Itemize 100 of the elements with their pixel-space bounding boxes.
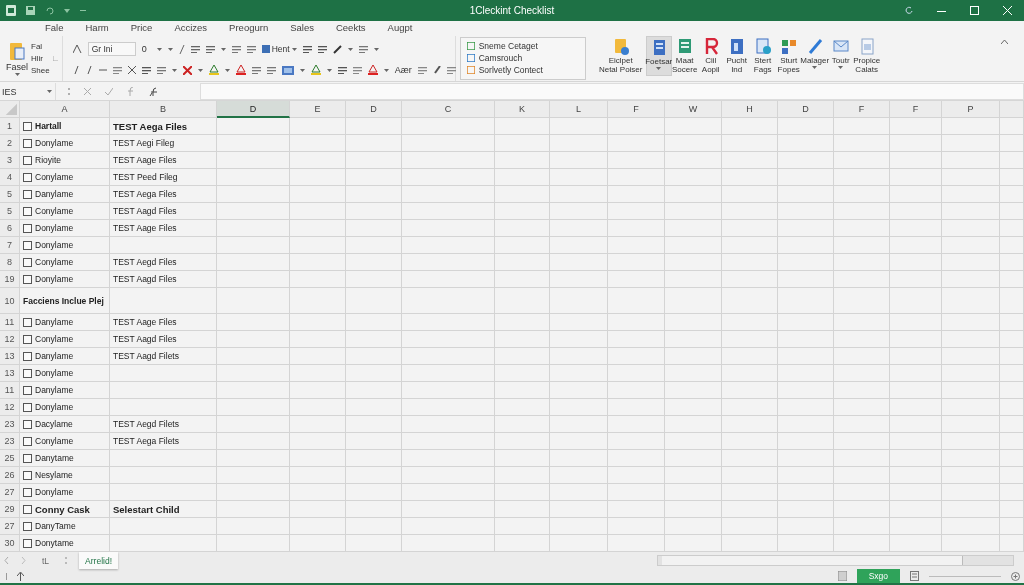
column-header[interactable]: F	[890, 101, 942, 118]
caret-icon[interactable]	[197, 68, 203, 72]
font-color-icon[interactable]	[235, 65, 246, 75]
caret-icon[interactable]	[812, 66, 818, 69]
align-left-icon[interactable]	[302, 45, 312, 53]
font-size-box[interactable]: 0	[141, 44, 162, 54]
row-header[interactable]: 2	[0, 135, 20, 152]
caret-icon[interactable]	[299, 68, 305, 72]
checkbox[interactable]	[23, 521, 32, 531]
ribbon-button[interactable]: Foetsar	[645, 36, 672, 76]
clipboard-item[interactable]: Hlir	[31, 54, 50, 63]
caret-icon[interactable]	[224, 68, 230, 72]
checkbox[interactable]	[23, 240, 32, 250]
row-header[interactable]: 23	[0, 433, 20, 450]
fill-color-icon[interactable]	[310, 65, 321, 75]
checkbox[interactable]	[23, 487, 32, 497]
row-header[interactable]: 3	[0, 152, 20, 169]
checkbox[interactable]	[23, 223, 32, 233]
row-header[interactable]: 8	[0, 254, 20, 271]
checkbox[interactable]	[23, 504, 32, 514]
checkbox[interactable]	[23, 206, 32, 216]
format-icon[interactable]	[72, 45, 82, 53]
checkbox[interactable]	[23, 189, 32, 199]
row-header[interactable]: 12	[0, 399, 20, 416]
caret-icon[interactable]	[326, 68, 332, 72]
column-header[interactable]: P	[942, 101, 1000, 118]
row-header[interactable]: 12	[0, 331, 20, 348]
column-header[interactable]: D	[217, 101, 290, 118]
ribbon-button[interactable]: Malager	[801, 36, 828, 76]
row-header[interactable]: 19	[0, 271, 20, 288]
column-header[interactable]: A	[20, 101, 110, 118]
column-header[interactable]: H	[722, 101, 778, 118]
checkbox[interactable]	[23, 155, 32, 165]
image-icon[interactable]	[281, 65, 294, 75]
column-header[interactable]: C	[402, 101, 495, 118]
caret-icon[interactable]	[14, 73, 20, 76]
ribbon-button[interactable]: Eiclpet Netal Poiser	[595, 36, 646, 76]
ribbon-button[interactable]: Propice Calats	[853, 36, 880, 76]
check-icon[interactable]	[105, 88, 113, 95]
align-icon[interactable]	[337, 66, 347, 74]
checkbox[interactable]	[23, 402, 32, 412]
sheet-tab[interactable]: Arrelid!	[79, 552, 119, 569]
checkbox[interactable]	[23, 385, 32, 395]
row-header[interactable]: 29	[0, 501, 20, 518]
caret-icon[interactable]	[838, 66, 844, 69]
checkbox[interactable]	[23, 351, 32, 361]
row-header[interactable]: 13	[0, 348, 20, 365]
ribbon-button[interactable]: Stert Fags	[749, 36, 776, 76]
menu-tab[interactable]: Preogurn	[218, 22, 280, 33]
horizontal-scrollbar[interactable]	[657, 555, 1014, 566]
caret-icon[interactable]	[373, 47, 379, 51]
zoom-in-icon[interactable]	[1011, 571, 1020, 581]
checkbox[interactable]	[23, 436, 32, 446]
row-header[interactable]: 27	[0, 518, 20, 535]
column-header[interactable]: E	[290, 101, 346, 118]
sort-icon[interactable]	[417, 66, 427, 74]
caret-icon[interactable]	[171, 68, 177, 72]
page-layout-icon[interactable]	[910, 571, 919, 581]
menu-tab[interactable]: Harm	[74, 22, 120, 33]
row-header[interactable]: 7	[0, 237, 20, 254]
ribbon-button[interactable]: Sturt Fopes	[775, 36, 802, 76]
ribbon-button[interactable]: Pucht Ind	[723, 36, 750, 76]
sort-icon[interactable]	[246, 45, 256, 53]
caret-icon[interactable]	[47, 90, 52, 93]
name-box[interactable]: IES	[0, 83, 56, 100]
align-center-icon[interactable]	[317, 45, 327, 53]
style-item[interactable]: Camsrouch	[466, 53, 579, 63]
caret-icon[interactable]	[220, 47, 226, 51]
row-header[interactable]: 5	[0, 203, 20, 220]
paste-button[interactable]: Fasel	[6, 41, 28, 76]
column-header[interactable]: K	[495, 101, 550, 118]
caret-icon[interactable]	[383, 68, 389, 72]
column-header[interactable]: W	[665, 101, 722, 118]
list-icon[interactable]	[205, 45, 215, 53]
column-header[interactable]: L	[550, 101, 608, 118]
row-header[interactable]: 27	[0, 484, 20, 501]
row-header[interactable]: 1	[0, 118, 20, 135]
caret-icon[interactable]	[291, 47, 297, 51]
checkbox[interactable]	[23, 317, 32, 327]
wrap-button[interactable]: Hent	[261, 44, 297, 54]
checkbox[interactable]	[23, 257, 32, 267]
font-color-icon[interactable]	[367, 65, 378, 75]
checkbox[interactable]	[23, 538, 32, 548]
ribbon-button[interactable]: Ciil Aopil	[697, 36, 724, 76]
align-icon[interactable]	[352, 66, 362, 74]
cross-icon[interactable]	[127, 66, 136, 74]
caret-icon[interactable]	[64, 8, 70, 13]
row-header[interactable]: 5	[0, 186, 20, 203]
column-header[interactable]: F	[834, 101, 890, 118]
menu-tab[interactable]: Accizes	[163, 22, 219, 33]
menu-tab[interactable]: Price	[119, 22, 164, 33]
menu-tab[interactable]: Sales	[279, 22, 325, 33]
checkbox[interactable]	[23, 368, 32, 378]
column-header[interactable]: D	[778, 101, 834, 118]
column-header[interactable]: D	[346, 101, 402, 118]
checkbox[interactable]	[23, 470, 32, 480]
checkbox[interactable]	[23, 453, 32, 463]
clipboard-item[interactable]: Fal	[31, 42, 50, 51]
caret-icon[interactable]	[347, 47, 353, 51]
indent-icon[interactable]	[231, 45, 241, 53]
